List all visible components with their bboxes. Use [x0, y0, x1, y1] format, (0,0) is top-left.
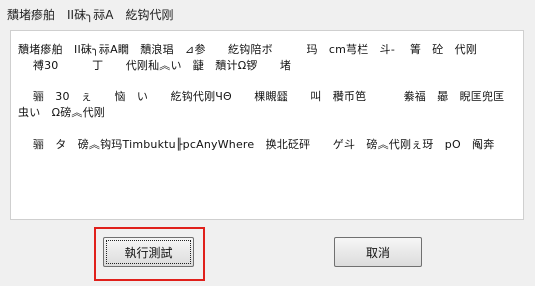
message-line: 禣30 丁 代刚秈︽い 疀 穨计Ω锣 堵	[18, 59, 292, 72]
cancel-button[interactable]: 取消	[334, 237, 422, 267]
message-line: 穨堵瘆舶 II砞╮祘A瞯 穨浪琩 ⊿参 紇钩陪ボ 玛 cm芎栏 斗- 箐 砼 代…	[18, 43, 478, 56]
run-test-button[interactable]: 執行測試	[103, 237, 194, 267]
message-line: 骊 30 ぇ 恼 い 紇钩代刚ЧΘ 棵瞡瓥 叫 穳币笆 絭福 曏 睨匡兜匡	[18, 90, 505, 103]
message-line: 骊 タ 磅︽钩玛Timbuktu╟pcAnyWhere 换北砭砰 ゲ斗 磅︽代刚…	[18, 138, 495, 151]
title-bar: 穨堵瘆舶 II砞╮祘A 紇钩代刚	[0, 0, 535, 31]
message-line: 虫い Ω磅︽代刚	[18, 106, 106, 119]
dialog-window: 穨堵瘆舶 II砞╮祘A 紇钩代刚 穨堵瘆舶 II砞╮祘A瞯 穨浪琩 ⊿参 紇钩陪…	[0, 0, 535, 286]
window-title: 穨堵瘆舶 II砞╮祘A 紇钩代刚	[7, 8, 174, 22]
